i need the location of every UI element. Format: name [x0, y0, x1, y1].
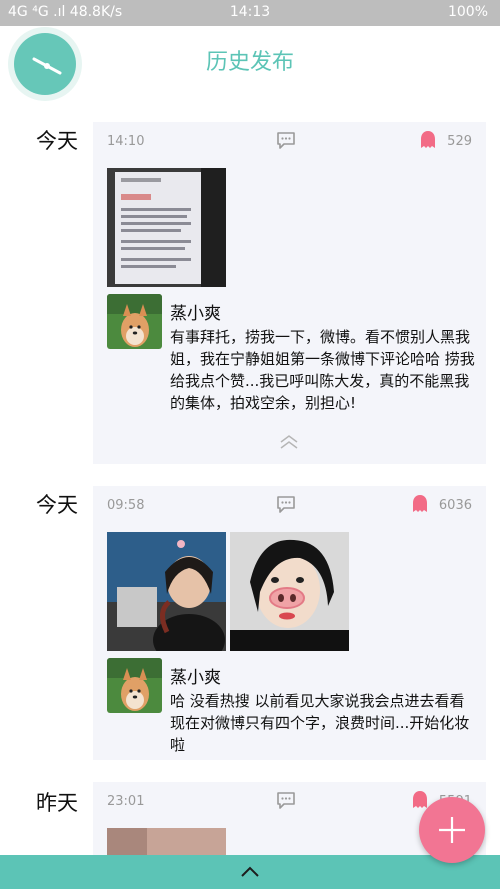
post-photo[interactable]: [107, 828, 226, 855]
post-day: 今天: [36, 493, 78, 517]
like-icon: [412, 495, 427, 512]
pig-nose-selfie-photo: [230, 532, 349, 651]
post-day: 今天: [36, 129, 78, 153]
post-time: 14:10: [107, 134, 145, 149]
post-author[interactable]: 蒸小爽: [170, 299, 221, 324]
post-photo[interactable]: [107, 168, 226, 287]
like-icon: [421, 131, 436, 148]
status-battery: 100%: [448, 4, 488, 20]
status-time: 14:13: [229, 4, 271, 20]
likes-value: 529: [447, 134, 472, 149]
avatar[interactable]: [107, 658, 162, 713]
page-title: 历史发布: [205, 50, 294, 75]
screenshot-thumbnail: [107, 168, 226, 287]
avatar-image: [107, 294, 162, 349]
add-post-button[interactable]: [419, 797, 485, 863]
post-time: 09:58: [107, 498, 145, 513]
likes-count[interactable]: 6036: [412, 495, 472, 513]
post-time: 23:01: [107, 794, 145, 809]
post-card[interactable]: 09:58 6036 蒸小爽 哈 没看热搜 以前看见大家说我会点进去看看 现在对…: [93, 486, 486, 760]
post-photo[interactable]: [230, 532, 349, 651]
likes-count[interactable]: 529: [421, 131, 472, 149]
post-day: 昨天: [36, 791, 78, 815]
comment-icon[interactable]: [275, 130, 297, 152]
status-bar: 4G ⁴G .ıl 48.8K/s 14:13 100%: [0, 0, 500, 26]
comment-icon[interactable]: [275, 494, 297, 516]
bottom-bar[interactable]: [0, 855, 500, 889]
chevron-up-icon[interactable]: [239, 865, 261, 879]
battery-level: 100%: [447, 4, 488, 20]
post-text: 有事拜托，捞我一下，微博。看不惯别人黑我姐，我在宁静姐姐第一条微博下评论哈哈 捞…: [170, 328, 475, 412]
avatar-image: [107, 658, 162, 713]
plus-icon: [439, 817, 465, 843]
selfie-photo: [107, 532, 226, 651]
post-photo-preview: [107, 828, 226, 855]
post-author[interactable]: 蒸小爽: [170, 663, 221, 688]
post-photo[interactable]: [107, 532, 226, 651]
likes-value: 6036: [438, 498, 472, 513]
post-text: 哈 没看热搜 以前看见大家说我会点进去看看 现在对微博只有四个字，浪费时间...…: [170, 692, 470, 754]
comment-icon[interactable]: [275, 790, 297, 812]
post-card[interactable]: 14:10 529 蒸小爽 有事拜托，捞我一下，微博。看不惯别人黑我姐，我在宁静…: [93, 122, 486, 464]
collapse-chevron-icon[interactable]: [278, 434, 300, 450]
avatar[interactable]: [107, 294, 162, 349]
